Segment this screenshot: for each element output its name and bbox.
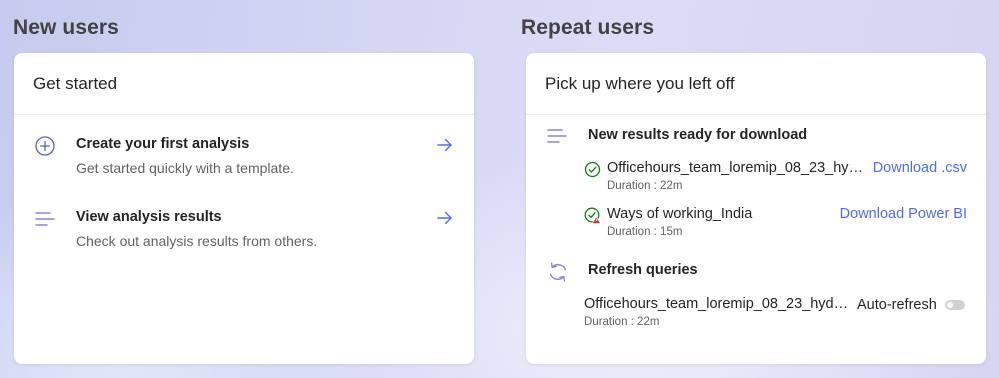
get-started-card-title: Get started	[14, 53, 474, 115]
get-started-card: Get started Create your first analysis G…	[14, 53, 474, 364]
new-results-group-header: New results ready for download	[526, 125, 986, 149]
check-warning-icon	[584, 207, 602, 225]
result-duration: Duration : 15m	[607, 226, 683, 238]
plus-circle-icon	[34, 135, 56, 157]
toggle-knob	[947, 302, 953, 308]
new-users-section-title: New users	[13, 16, 119, 39]
view-results-subtitle: Check out analysis results from others.	[76, 233, 318, 249]
auto-refresh-toggle[interactable]	[945, 300, 965, 310]
download-power-bi-link[interactable]: Download Power BI	[840, 206, 967, 222]
query-item: Officehours_team_loremip_08_23_hyder… Du…	[526, 296, 986, 332]
refresh-queries-group-header: Refresh queries	[526, 260, 986, 284]
repeat-users-section-title: Repeat users	[521, 16, 655, 39]
success-check-icon	[584, 161, 601, 178]
view-results-action[interactable]: View analysis results Check out analysis…	[14, 208, 474, 260]
download-csv-link[interactable]: Download .csv	[873, 160, 967, 176]
create-analysis-action[interactable]: Create your first analysis Get started q…	[14, 135, 474, 187]
auto-refresh-label: Auto-refresh	[857, 297, 937, 313]
arrow-right-icon[interactable]	[435, 135, 455, 155]
result-duration: Duration : 22m	[607, 180, 683, 192]
view-results-title: View analysis results	[76, 209, 222, 225]
new-results-title: New results ready for download	[588, 127, 808, 143]
lines-icon	[546, 125, 570, 149]
refresh-queries-title: Refresh queries	[588, 262, 698, 278]
pick-up-card: Pick up where you left off New results r…	[526, 53, 986, 364]
query-name: Officehours_team_loremip_08_23_hyder…	[584, 296, 849, 312]
create-analysis-subtitle: Get started quickly with a template.	[76, 160, 294, 176]
query-duration: Duration : 22m	[584, 316, 660, 328]
lines-icon	[34, 208, 56, 230]
pick-up-card-title: Pick up where you left off	[526, 53, 986, 115]
result-item: Officehours_team_loremip_08_23_hyde… Dur…	[526, 160, 986, 196]
result-name: Ways of working_India	[607, 206, 753, 222]
arrow-right-icon[interactable]	[435, 208, 455, 228]
refresh-icon	[546, 260, 570, 284]
create-analysis-title: Create your first analysis	[76, 136, 250, 152]
result-item: Ways of working_India Duration : 15m Dow…	[526, 206, 986, 242]
result-name: Officehours_team_loremip_08_23_hyde…	[607, 160, 869, 176]
